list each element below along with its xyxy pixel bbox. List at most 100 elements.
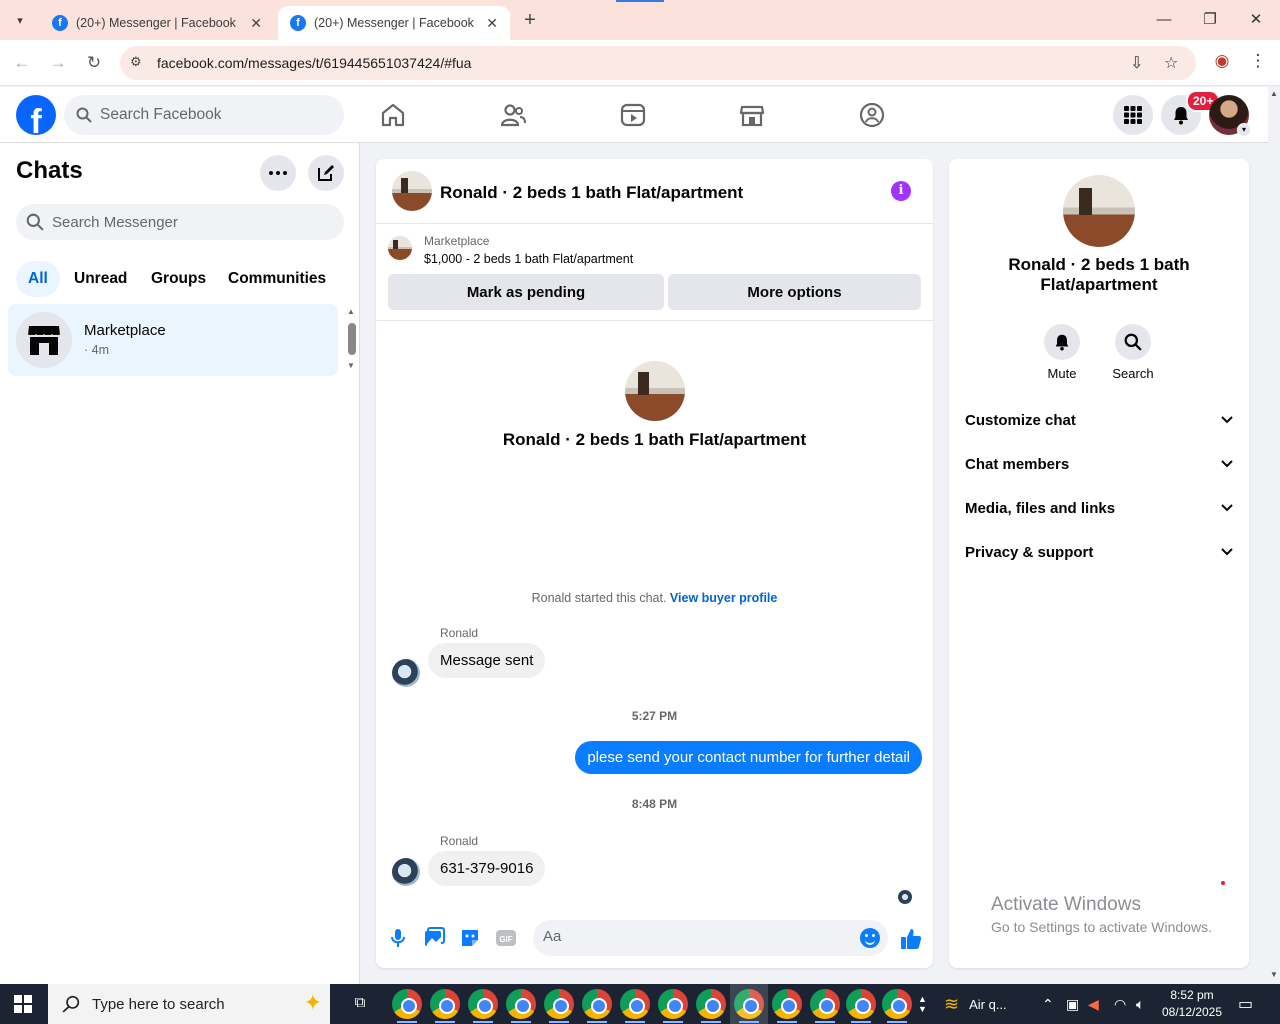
speaker-icon[interactable]: 🔈︎ (1136, 984, 1144, 1024)
filter-all[interactable]: All (16, 261, 60, 297)
listing-title[interactable]: $1,000 - 2 beds 1 bath Flat/apartment (424, 252, 633, 266)
photo-icon[interactable] (423, 927, 445, 949)
minimize-window-button[interactable]: — (1141, 6, 1187, 34)
notification-center-icon[interactable]: ▭ (1238, 984, 1253, 1024)
chats-options-button[interactable] (260, 155, 296, 191)
listing-thumbnail[interactable] (388, 236, 412, 260)
taskbar-clock[interactable]: 8:52 pm 08/12/2025 (1160, 987, 1224, 1021)
task-view-icon[interactable]: ⧉ (350, 994, 370, 1014)
chat-list-item[interactable]: Marketplace · 4m (8, 304, 338, 376)
gif-icon[interactable]: GIF (495, 927, 517, 949)
chrome-app-icon[interactable] (582, 989, 612, 1023)
outgoing-message[interactable]: plese send your contact number for furth… (575, 741, 922, 774)
chrome-app-icon[interactable] (506, 989, 536, 1023)
scrollbar-thumb[interactable] (348, 323, 356, 355)
close-tab-icon[interactable]: ✕ (250, 15, 262, 32)
home-icon[interactable] (379, 101, 407, 129)
scroll-up-arrow-icon[interactable]: ▲ (347, 307, 355, 316)
conversation-title[interactable]: Ronald · 2 beds 1 bath Flat/apartment (440, 183, 743, 203)
bookmark-star-icon[interactable]: ☆ (1164, 53, 1178, 73)
chrome-app-icon[interactable] (846, 989, 876, 1023)
sticker-icon[interactable] (459, 927, 481, 949)
browser-tab-active[interactable]: f (20+) Messenger | Facebook ✕ (278, 6, 510, 40)
scroll-down-arrow-icon[interactable]: ▼ (347, 361, 355, 370)
marketplace-icon[interactable] (738, 101, 766, 129)
show-hidden-icons-icon[interactable]: ⌃ (1042, 984, 1054, 1024)
groups-icon[interactable] (858, 101, 886, 129)
camera-icon[interactable]: ▣ (1066, 984, 1079, 1024)
mark-as-pending-button[interactable]: Mark as pending (388, 274, 664, 310)
messenger-search-input[interactable] (52, 213, 312, 231)
chrome-app-icon[interactable] (620, 989, 650, 1023)
microphone-icon[interactable] (387, 927, 409, 949)
mute-circle[interactable] (1044, 324, 1080, 360)
details-avatar[interactable] (1063, 175, 1135, 247)
menu-grid-button[interactable] (1113, 95, 1153, 135)
messenger-search[interactable] (16, 204, 344, 240)
sender-avatar[interactable] (392, 858, 420, 886)
reload-button[interactable]: ↻ (82, 51, 106, 75)
message-input[interactable] (543, 928, 843, 945)
profile-icon[interactable]: ◉ (1210, 51, 1234, 71)
chrome-app-icon-active[interactable] (730, 984, 768, 1024)
thumbs-up-icon[interactable] (899, 927, 923, 951)
search-circle[interactable] (1115, 324, 1151, 360)
sidebar-scrollbar[interactable]: ▲ ▼ (347, 307, 357, 371)
chrome-app-icon[interactable] (468, 989, 498, 1023)
chrome-app-icon[interactable] (544, 989, 574, 1023)
friends-icon[interactable] (499, 101, 527, 129)
info-icon[interactable]: i (891, 181, 911, 201)
new-tab-button[interactable]: + (518, 9, 542, 32)
emoji-icon[interactable] (860, 928, 880, 948)
close-window-button[interactable]: ✕ (1233, 6, 1279, 34)
search-conversation-button[interactable]: Search (1103, 324, 1163, 381)
site-info-icon[interactable]: ⚙ (130, 54, 142, 70)
windows-start-icon[interactable] (14, 995, 32, 1013)
chrome-app-icon[interactable] (772, 989, 802, 1023)
chrome-app-icon[interactable] (392, 989, 422, 1023)
back-button[interactable]: ← (10, 51, 34, 75)
facebook-search[interactable] (64, 95, 344, 135)
view-buyer-profile-link[interactable]: View buyer profile (670, 591, 777, 605)
chrome-app-icon[interactable] (696, 989, 726, 1023)
volume-warning-icon[interactable]: ◀ (1088, 984, 1099, 1024)
taskbar-overflow-arrows-icon[interactable]: ▲ ▼ (918, 984, 927, 1024)
page-scrollbar[interactable]: ▲ ▼ (1268, 87, 1280, 984)
weather-widget[interactable]: ≋ Air q... (944, 984, 1007, 1024)
chrome-app-icon[interactable] (882, 989, 912, 1023)
wifi-icon[interactable]: ◠ (1114, 984, 1126, 1024)
privacy-support-row[interactable]: Privacy & support (957, 530, 1241, 574)
taskbar-search[interactable]: Type here to search ✦ (48, 984, 330, 1024)
browser-tab[interactable]: f (20+) Messenger | Facebook ✕ (40, 6, 274, 40)
close-tab-icon[interactable]: ✕ (486, 15, 498, 32)
scroll-down-arrow-icon[interactable]: ▼ (1270, 970, 1278, 979)
chrome-app-icon[interactable] (658, 989, 688, 1023)
address-bar[interactable]: ⚙ facebook.com/messages/t/61944565103742… (120, 46, 1196, 80)
restore-window-button[interactable]: ❐ (1187, 6, 1233, 34)
forward-button[interactable]: → (46, 51, 70, 75)
browser-menu-icon[interactable]: ⋮ (1246, 51, 1270, 71)
tab-search-chevron-icon[interactable]: ▾ (8, 8, 32, 32)
chat-members-row[interactable]: Chat members (957, 442, 1241, 486)
listing-avatar[interactable] (392, 171, 432, 211)
account-avatar[interactable]: ▾ (1209, 95, 1251, 137)
url-text[interactable]: facebook.com/messages/t/619445651037424/… (157, 55, 471, 71)
sender-avatar[interactable] (392, 659, 420, 687)
new-message-button[interactable] (308, 155, 344, 191)
install-app-icon[interactable]: ⇩ (1130, 53, 1143, 73)
chrome-app-icon[interactable] (430, 989, 460, 1023)
filter-groups[interactable]: Groups (139, 261, 218, 297)
scroll-up-arrow-icon[interactable]: ▲ (1270, 89, 1278, 98)
media-files-links-row[interactable]: Media, files and links (957, 486, 1241, 530)
chrome-app-icon[interactable] (810, 989, 840, 1023)
filter-communities[interactable]: Communities (216, 261, 338, 297)
incoming-message[interactable]: Message sent (428, 643, 546, 678)
more-options-button[interactable]: More options (668, 274, 921, 310)
video-icon[interactable] (619, 101, 647, 129)
message-input-box[interactable] (533, 920, 888, 956)
customize-chat-row[interactable]: Customize chat (957, 398, 1241, 442)
filter-unread[interactable]: Unread (62, 261, 139, 297)
facebook-logo[interactable]: f (16, 95, 56, 135)
mute-button[interactable]: Mute (1032, 324, 1092, 381)
facebook-search-input[interactable] (100, 106, 320, 124)
